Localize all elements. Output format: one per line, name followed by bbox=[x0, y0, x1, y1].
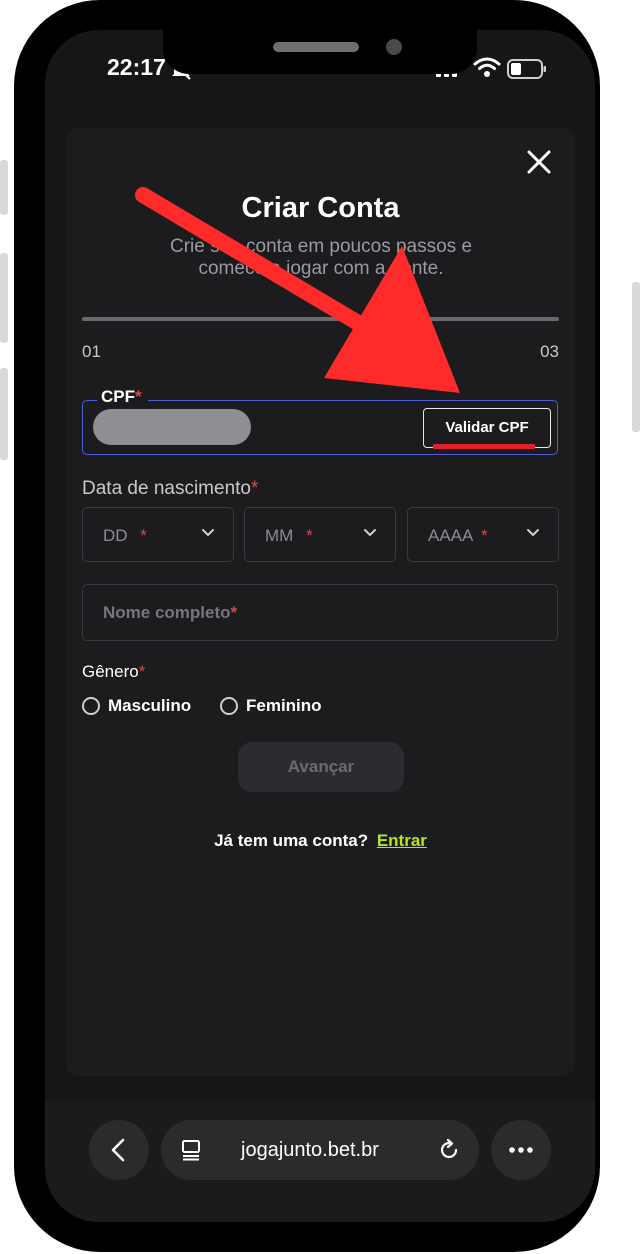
battery-icon bbox=[507, 59, 546, 79]
modal-subtitle: Crie sua conta em poucos passos e comece… bbox=[169, 236, 473, 279]
full-name-placeholder: Nome completo* bbox=[103, 603, 237, 623]
reload-icon[interactable] bbox=[437, 1138, 461, 1162]
radio-circle bbox=[82, 697, 100, 715]
birth-date-label-text: Data de nascimento bbox=[82, 478, 251, 499]
month-select[interactable]: MM * bbox=[244, 507, 396, 562]
close-icon[interactable] bbox=[525, 148, 553, 176]
back-button[interactable] bbox=[89, 1120, 149, 1180]
year-placeholder: AAAA * bbox=[428, 526, 488, 546]
login-prompt: Já tem uma conta? bbox=[214, 831, 369, 850]
browser-toolbar: jogajunto.bet.br bbox=[45, 1100, 595, 1222]
birth-date-label: Data de nascimento* bbox=[82, 478, 258, 500]
side-button-volume-down bbox=[0, 368, 8, 460]
required-mark: * bbox=[140, 526, 147, 545]
wifi-icon bbox=[473, 57, 501, 77]
required-mark: * bbox=[251, 478, 259, 499]
radio-masculino[interactable]: Masculino bbox=[82, 696, 202, 720]
dynamic-notch bbox=[163, 30, 477, 74]
year-placeholder-text: AAAA bbox=[428, 526, 473, 545]
required-mark: * bbox=[306, 526, 313, 545]
radio-circle bbox=[220, 697, 238, 715]
side-button-silent bbox=[0, 160, 8, 215]
login-prompt-row: Já tem uma conta? Entrar bbox=[66, 831, 575, 851]
address-bar[interactable]: jogajunto.bet.br bbox=[161, 1120, 479, 1180]
chevron-down-icon bbox=[202, 529, 214, 537]
tab-icon bbox=[182, 1140, 200, 1161]
advance-button[interactable]: Avançar bbox=[238, 742, 404, 792]
status-time: 22:17 bbox=[107, 54, 166, 80]
chevron-down-icon bbox=[527, 529, 539, 537]
gender-label: Gênero* bbox=[82, 662, 145, 682]
day-placeholder-text: DD bbox=[103, 526, 128, 545]
day-select[interactable]: DD * bbox=[82, 507, 234, 562]
gender-label-text: Gênero bbox=[82, 662, 139, 681]
camera bbox=[386, 39, 402, 55]
speaker bbox=[273, 42, 359, 52]
login-link[interactable]: Entrar bbox=[377, 831, 427, 850]
month-placeholder: MM * bbox=[265, 526, 313, 546]
required-mark: * bbox=[230, 603, 238, 622]
url-text: jogajunto.bet.br bbox=[241, 1139, 379, 1161]
full-name-input[interactable]: Nome completo* bbox=[82, 584, 558, 641]
more-button[interactable] bbox=[491, 1120, 551, 1180]
side-button-power bbox=[632, 282, 640, 432]
chevron-down-icon bbox=[364, 529, 376, 537]
annotation-underline bbox=[433, 444, 535, 449]
more-icon bbox=[509, 1147, 533, 1153]
required-mark: * bbox=[481, 526, 488, 545]
step-end-label: 03 bbox=[540, 342, 559, 361]
required-mark: * bbox=[138, 662, 146, 681]
modal-title: Criar Conta bbox=[241, 192, 400, 224]
side-button-volume-up bbox=[0, 253, 8, 343]
radio-feminino[interactable]: Feminino bbox=[220, 696, 330, 720]
radio-label-masculino: Masculino bbox=[108, 696, 192, 715]
step-start-label: 01 bbox=[82, 342, 101, 361]
validate-cpf-button[interactable]: Validar CPF bbox=[423, 408, 551, 448]
required-mark: * bbox=[135, 387, 142, 406]
month-placeholder-text: MM bbox=[265, 526, 294, 545]
cpf-redacted-value bbox=[93, 409, 251, 445]
radio-label-feminino: Feminino bbox=[246, 696, 322, 715]
year-select[interactable]: AAAA * bbox=[407, 507, 559, 562]
step-progress-bar bbox=[82, 317, 559, 321]
day-placeholder: DD * bbox=[103, 526, 147, 546]
phone-screen: 22:17 Criar Conta Crie sua conta em pouc… bbox=[45, 30, 595, 1222]
back-icon bbox=[111, 1138, 125, 1162]
cpf-label: CPF* bbox=[97, 387, 148, 407]
full-name-placeholder-text: Nome completo bbox=[103, 603, 231, 622]
cpf-label-text: CPF bbox=[101, 387, 135, 406]
create-account-modal: Criar Conta Crie sua conta em poucos pas… bbox=[66, 128, 575, 1076]
